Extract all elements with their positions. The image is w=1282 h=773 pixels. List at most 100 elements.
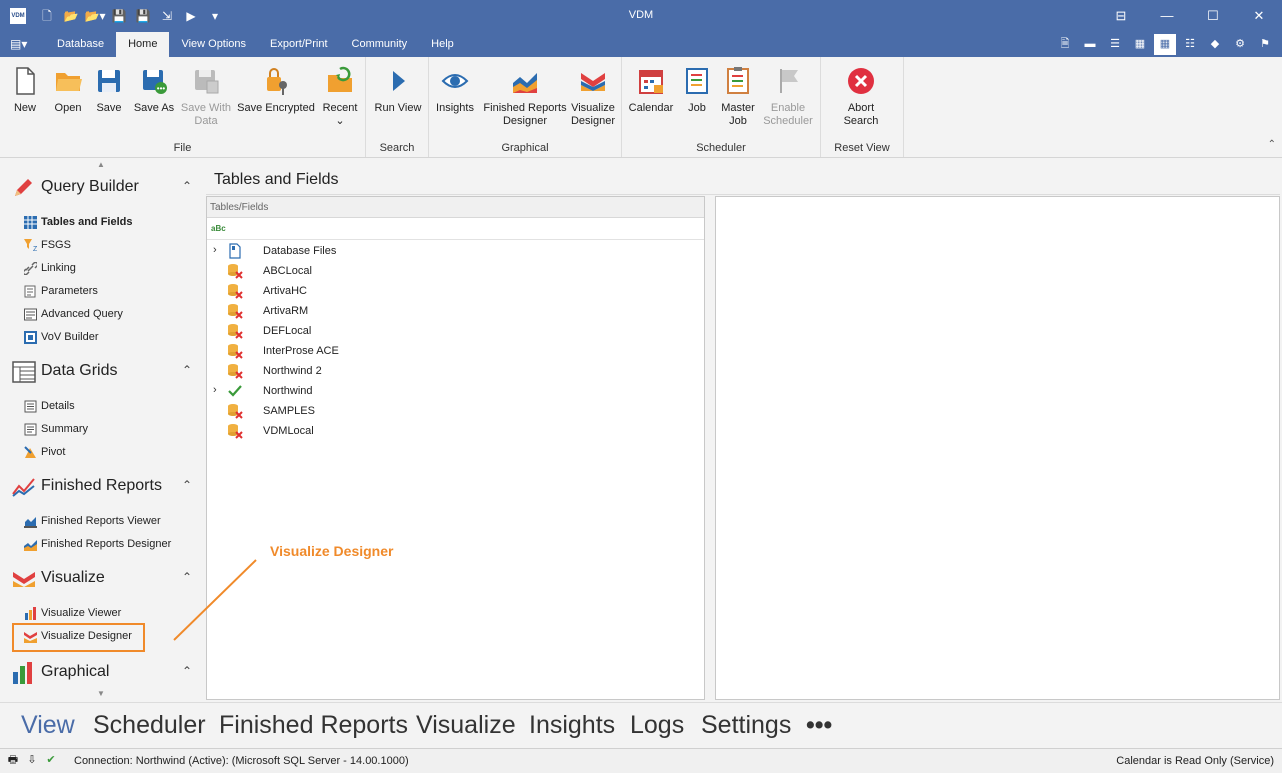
nav-item-details[interactable]: Details xyxy=(24,398,194,416)
bottom-nav-more[interactable]: ••• xyxy=(806,711,832,740)
svg-text:Z: Z xyxy=(33,246,37,252)
tree-row[interactable]: › Northwind xyxy=(207,381,704,401)
run-view-button[interactable]: Run View xyxy=(370,65,426,115)
pencil-icon xyxy=(15,179,32,196)
tree-row[interactable]: VDMLocal xyxy=(207,421,704,441)
tree-row[interactable]: ArtivaRM xyxy=(207,301,704,321)
nav-item-vov-builder[interactable]: VoV Builder xyxy=(24,329,194,347)
nav-item-advanced-query[interactable]: Advanced Query xyxy=(24,306,194,324)
finished-reports-designer-button[interactable]: Finished Reports Designer xyxy=(479,65,571,128)
db-error-icon xyxy=(228,344,243,359)
minimize-button[interactable]: — xyxy=(1144,0,1190,32)
tab-export-print[interactable]: Export/Print xyxy=(258,32,339,57)
nav-item-label: Visualize Viewer xyxy=(41,607,122,619)
save-as-button[interactable]: ••• Save As xyxy=(132,65,176,115)
job-button[interactable]: Job xyxy=(680,65,714,115)
calendar-status: Calendar is Read Only (Service) xyxy=(1116,755,1274,767)
insights-button[interactable]: Insights xyxy=(433,65,477,115)
abort-search-button[interactable]: Abort Search xyxy=(833,65,889,128)
open-button[interactable]: Open xyxy=(50,65,86,115)
download-icon[interactable]: ⇩ xyxy=(25,753,39,767)
save-with-data-label-2: Data xyxy=(194,115,218,127)
nav-item-tables-and-fields[interactable]: Tables and Fields xyxy=(24,214,194,232)
save-button[interactable]: Save xyxy=(94,65,124,115)
eraser-icon[interactable]: ◆ xyxy=(1204,34,1226,55)
chevron-up-icon[interactable]: ⌃ xyxy=(182,179,192,193)
visualize-designer-button[interactable]: Visualize Designer xyxy=(569,65,617,128)
nav-item-summary[interactable]: Summary xyxy=(24,421,194,439)
tree-column-header[interactable]: Tables/Fields xyxy=(207,197,704,218)
bottom-nav-view[interactable]: View xyxy=(21,711,75,740)
maximize-button[interactable]: ☐ xyxy=(1190,0,1236,32)
tiles-view-icon[interactable]: ▦ xyxy=(1154,34,1176,55)
scroll-up-icon[interactable]: ▲ xyxy=(97,160,105,169)
visualize-viewer-icon xyxy=(25,607,36,620)
ribbon-group-graphical: Insights Finished Reports Designer Visua… xyxy=(429,57,622,157)
tree-item-label: VDMLocal xyxy=(263,425,314,437)
nav-item-visualize-viewer[interactable]: Visualize Viewer xyxy=(24,605,194,623)
tree-row[interactable]: InterProse ACE xyxy=(207,341,704,361)
tree-filter-row[interactable]: aBc xyxy=(207,218,704,240)
bottom-nav-finished-reports[interactable]: Finished Reports xyxy=(219,711,408,740)
nav-header-finished-reports[interactable]: Finished Reports ⌃ xyxy=(12,474,197,500)
recent-button[interactable]: Recent ⌄ xyxy=(318,65,362,128)
run-view-label: Run View xyxy=(374,102,422,114)
play-icon xyxy=(393,71,405,91)
grid-view-icon[interactable]: ▦ xyxy=(1129,34,1151,55)
nav-item-label: Details xyxy=(41,400,75,412)
details-view-icon[interactable]: ☷ xyxy=(1179,34,1201,55)
flag-icon[interactable]: ⚑ xyxy=(1254,34,1276,55)
save-encrypted-button[interactable]: Save Encrypted xyxy=(236,65,316,115)
nav-item-linking[interactable]: Linking xyxy=(24,260,194,278)
nav-item-fsgs[interactable]: Z FSGS xyxy=(24,237,194,255)
nav-header-graphical[interactable]: Graphical ⌃ xyxy=(12,660,197,686)
nav-header-query-builder[interactable]: Query Builder ⌃ xyxy=(12,175,197,201)
db-error-icon xyxy=(228,264,243,279)
chevron-up-icon[interactable]: ⌃ xyxy=(182,478,192,492)
nav-item-finished-reports-viewer[interactable]: Finished Reports Viewer xyxy=(24,513,194,531)
printer-icon[interactable]: 🖶 xyxy=(6,753,20,767)
tree-row[interactable]: Northwind 2 xyxy=(207,361,704,381)
tab-view-options[interactable]: View Options xyxy=(169,32,258,57)
bottom-nav-visualize[interactable]: Visualize xyxy=(416,711,516,740)
list-view-icon[interactable]: ☰ xyxy=(1104,34,1126,55)
tree-row[interactable]: SAMPLES xyxy=(207,401,704,421)
collapse-ribbon-icon[interactable]: ⌃ xyxy=(1268,139,1276,150)
tree-row[interactable]: ArtivaHC xyxy=(207,281,704,301)
bottom-nav-insights[interactable]: Insights xyxy=(529,711,615,740)
chevron-up-icon[interactable]: ⌃ xyxy=(182,664,192,678)
tree-row[interactable]: DEFLocal xyxy=(207,321,704,341)
group-label-graphical: Graphical xyxy=(501,142,549,154)
tree-row[interactable]: ABCLocal xyxy=(207,261,704,281)
new-button[interactable]: New xyxy=(8,65,42,115)
expand-chevron-icon[interactable]: › xyxy=(213,244,217,256)
folder-icon[interactable]: ▬ xyxy=(1079,34,1101,55)
bottom-nav-logs[interactable]: Logs xyxy=(630,711,684,740)
enable-scheduler-button[interactable]: Enable Scheduler xyxy=(760,65,816,128)
file-icon xyxy=(229,243,241,259)
master-job-button[interactable]: Master Job xyxy=(718,65,758,128)
settings-icon[interactable]: ⚙ xyxy=(1229,34,1251,55)
tree-row[interactable]: › Database Files xyxy=(207,241,704,261)
tab-home[interactable]: Home xyxy=(116,32,170,57)
nav-item-label: Pivot xyxy=(41,446,66,458)
layout-icon[interactable]: ⊟ xyxy=(1098,0,1144,32)
nav-item-parameters[interactable]: Parameters xyxy=(24,283,194,301)
new-doc-icon[interactable]: 🗎 xyxy=(1054,34,1076,55)
nav-header-data-grids[interactable]: Data Grids ⌃ xyxy=(12,359,197,385)
scroll-down-icon[interactable]: ▼ xyxy=(97,689,105,698)
expand-chevron-icon[interactable]: › xyxy=(213,384,217,396)
tab-help[interactable]: Help xyxy=(419,32,466,57)
nav-item-finished-reports-designer[interactable]: Finished Reports Designer xyxy=(24,536,194,554)
recent-label: Recent xyxy=(322,102,358,114)
calendar-button[interactable]: Calendar xyxy=(626,65,676,115)
bottom-nav-settings[interactable]: Settings xyxy=(701,711,791,740)
chevron-up-icon[interactable]: ⌃ xyxy=(182,363,192,377)
tab-community[interactable]: Community xyxy=(340,32,420,57)
nav-item-pivot[interactable]: Pivot xyxy=(24,444,194,462)
save-with-data-button[interactable]: Save With Data xyxy=(178,65,234,128)
bottom-nav-scheduler[interactable]: Scheduler xyxy=(93,711,206,740)
app-menu-icon[interactable]: ▤▾ xyxy=(10,37,32,53)
close-button[interactable]: ✕ xyxy=(1236,0,1282,32)
tab-database[interactable]: Database xyxy=(45,32,116,57)
